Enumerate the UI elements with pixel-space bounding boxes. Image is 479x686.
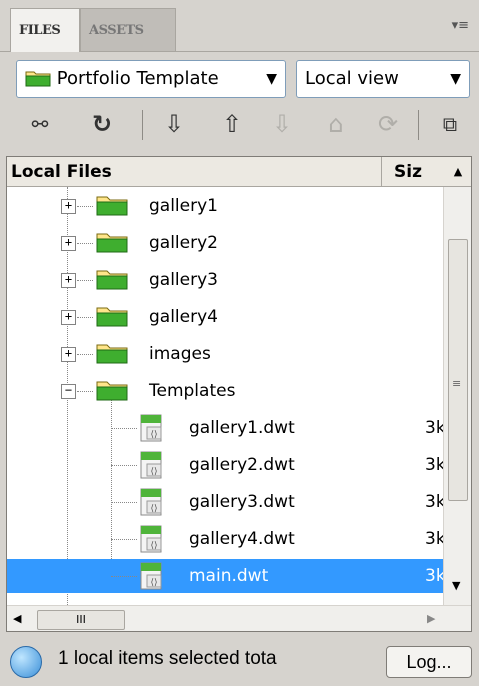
folder-icon [95, 304, 129, 340]
local-files-panel: Local Files Siz ▲ + gallery1 + gallery2 + gal… [6, 156, 472, 632]
connect-icon[interactable]: ⚯ [22, 104, 58, 144]
svg-text:⟨⟩: ⟨⟩ [150, 504, 157, 514]
check-out-icon[interactable]: ⇩ [264, 104, 300, 144]
column-local-files[interactable]: Local Files [11, 157, 112, 187]
tree-item-label: gallery4.dwt [189, 529, 295, 549]
file-row[interactable]: ⟨⟩ gallery2.dwt 3k [7, 448, 446, 482]
check-in-icon[interactable]: ⌂ [318, 104, 354, 144]
tree-item-label: gallery3.dwt [189, 492, 295, 512]
tree-connector-line [77, 280, 93, 281]
site-folder-icon [25, 71, 51, 87]
tree-connector-line [77, 206, 93, 207]
tree-item-label: gallery3 [149, 270, 218, 290]
put-files-icon[interactable]: ⇧ [214, 104, 250, 144]
status-text: 1 local items selected tota [58, 648, 277, 669]
horizontal-scrollbar[interactable]: ◀ III ▶ [7, 605, 471, 631]
vertical-scrollbar[interactable]: ≡ ▼ [443, 187, 471, 605]
tab-files[interactable]: FILES [10, 8, 80, 52]
scroll-down-arrow-icon[interactable]: ▼ [452, 579, 460, 592]
folder-icon [95, 193, 129, 229]
scroll-grip-icon: ≡ [452, 377, 462, 390]
expand-plus-icon[interactable]: + [61, 310, 76, 325]
log-button[interactable]: Log... [386, 646, 472, 678]
file-row[interactable]: ⟨⟩ main.dwt 3k [7, 559, 446, 593]
folder-row[interactable]: + gallery3 [7, 263, 443, 297]
tree-connector-line [111, 576, 137, 577]
view-select-arrow-icon: ▼ [450, 71, 461, 87]
folder-icon [95, 378, 129, 414]
file-tree: + gallery1 + gallery2 + gallery3 + gallery4 + ima… [7, 187, 446, 605]
folder-icon [95, 230, 129, 266]
file-row[interactable]: ⟨⟩ gallery3.dwt 3k [7, 485, 446, 519]
sort-up-arrow-icon[interactable]: ▲ [445, 157, 471, 187]
panel-tab-strip: FILES ASSETS ▾≡ [0, 0, 479, 52]
tree-item-label: gallery1 [149, 196, 218, 216]
tree-item-label: gallery4 [149, 307, 218, 327]
svg-text:⟨⟩: ⟨⟩ [150, 467, 157, 477]
files-toolbar: ⚯ ↻ ⇩ ⇧ ⇩ ⌂ ⟳ ⧉ [0, 104, 479, 148]
column-header-row: Local Files Siz ▲ [7, 157, 471, 187]
synchronize-icon[interactable]: ⟳ [370, 104, 406, 144]
svg-text:⟨⟩: ⟨⟩ [150, 578, 157, 588]
vertical-scroll-thumb[interactable] [448, 239, 468, 501]
toolbar-separator [418, 110, 419, 140]
site-globe-icon [10, 646, 42, 678]
file-row[interactable]: ⟨⟩ gallery1.dwt 3k [7, 411, 446, 445]
status-bar: 1 local items selected tota Log... [0, 636, 479, 686]
site-select-value: Portfolio Template [56, 68, 219, 89]
tab-assets[interactable]: ASSETS [80, 8, 176, 52]
expand-plus-icon[interactable]: + [61, 236, 76, 251]
folder-row[interactable]: + gallery1 [7, 189, 443, 223]
folder-icon [95, 341, 129, 377]
folder-row[interactable]: − Templates [7, 374, 443, 408]
horizontal-scroll-thumb[interactable]: III [37, 610, 125, 630]
tree-connector-line [111, 539, 137, 540]
site-select[interactable]: Portfolio Template ▼ [16, 60, 286, 98]
tree-item-label: gallery2.dwt [189, 455, 295, 475]
folder-row[interactable]: + gallery4 [7, 300, 443, 334]
expand-plus-icon[interactable]: + [61, 347, 76, 362]
view-select[interactable]: Local view ▼ [296, 60, 470, 98]
tree-item-label: main.dwt [189, 566, 269, 586]
template-file-icon: ⟨⟩ [137, 561, 165, 603]
get-files-icon[interactable]: ⇩ [156, 104, 192, 144]
expand-icon[interactable]: ⧉ [432, 104, 468, 144]
scroll-right-arrow-icon[interactable]: ▶ [427, 612, 435, 625]
svg-text:⟨⟩: ⟨⟩ [150, 541, 157, 551]
tree-connector-line [111, 502, 137, 503]
expand-plus-icon[interactable]: + [61, 273, 76, 288]
collapse-minus-icon[interactable]: − [61, 384, 76, 399]
column-size[interactable]: Siz [381, 157, 454, 187]
tree-item-label: gallery1.dwt [189, 418, 295, 438]
expand-plus-icon[interactable]: + [61, 199, 76, 214]
site-select-arrow-icon: ▼ [266, 71, 277, 87]
tree-connector-line [77, 317, 93, 318]
tree-connector-line [77, 243, 93, 244]
view-select-value: Local view [305, 68, 399, 89]
tree-connector-line [77, 354, 93, 355]
tree-connector-line [77, 391, 93, 392]
toolbar-separator [142, 110, 143, 140]
file-row[interactable]: ⟨⟩ gallery4.dwt 3k [7, 522, 446, 556]
folder-icon [95, 267, 129, 303]
svg-text:⟨⟩: ⟨⟩ [150, 430, 157, 440]
tree-item-label: images [149, 344, 211, 364]
scroll-left-arrow-icon[interactable]: ◀ [13, 612, 21, 625]
folder-row[interactable]: + gallery2 [7, 226, 443, 260]
panel-options-menu-icon[interactable]: ▾≡ [445, 18, 469, 36]
tree-connector-line [111, 428, 137, 429]
tree-connector-line [111, 465, 137, 466]
tree-item-label: Templates [149, 381, 236, 401]
tree-item-label: gallery2 [149, 233, 218, 253]
folder-row[interactable]: + images [7, 337, 443, 371]
refresh-icon[interactable]: ↻ [84, 104, 120, 144]
